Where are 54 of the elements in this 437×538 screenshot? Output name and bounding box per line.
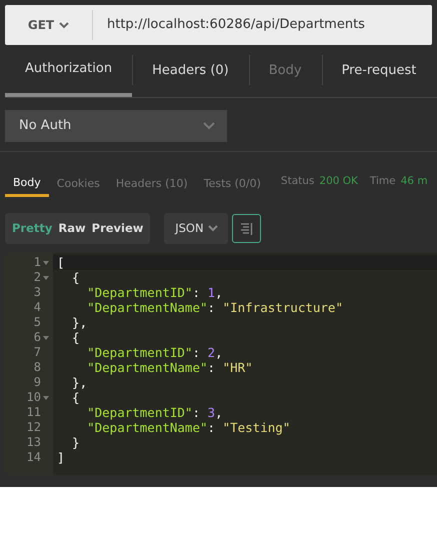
code-line: "DepartmentID": 1,	[86, 285, 223, 300]
code-line: {	[71, 270, 80, 285]
status-value: 200 OK	[318, 174, 358, 190]
line-number: 10	[26, 390, 41, 405]
line-number: 2	[34, 270, 41, 285]
line-number: 11	[26, 405, 41, 420]
line-number: 9	[34, 375, 41, 390]
auth-type-dropdown[interactable]: No Auth	[5, 110, 227, 142]
code-line: },	[71, 375, 88, 390]
response-tab[interactable]: Body	[5, 175, 49, 197]
line-number: 12	[26, 420, 41, 435]
code-line: ]	[57, 450, 65, 465]
line-number: 3	[34, 285, 41, 300]
code-line: [	[57, 255, 65, 270]
line-number: 4	[34, 300, 41, 315]
code-line: }	[71, 435, 80, 450]
request-tab[interactable]: Headers (0)	[132, 45, 249, 97]
view-mode-tab[interactable]: Pretty	[9, 220, 56, 238]
time-value: 46 m	[400, 174, 428, 190]
chevron-icon	[59, 22, 70, 28]
code-line: "DepartmentName": "Infrastructure"	[86, 300, 343, 315]
line-number: 13	[26, 435, 41, 450]
format-dropdown[interactable]: JSON	[164, 213, 228, 244]
line-number: 14	[26, 450, 41, 465]
time-label: Time	[368, 174, 396, 190]
code-line: "DepartmentName": "HR"	[86, 360, 253, 375]
url-bar[interactable]: GET http://localhost:60286/api/Departments	[5, 5, 432, 45]
fold-arrow-icon[interactable]	[43, 260, 49, 265]
method-dropdown[interactable]: GET	[5, 10, 93, 40]
fold-arrow-icon[interactable]	[43, 336, 49, 340]
request-tab[interactable]: Pre-request	[322, 45, 436, 97]
code-line: "DepartmentID": 3,	[86, 405, 223, 420]
code-line: {	[71, 390, 80, 405]
code-line: "DepartmentName": "Testing"	[86, 420, 290, 435]
url-text: http://localhost:60286/api/Departments	[106, 16, 365, 34]
code-line: },	[71, 315, 88, 330]
line-number: 7	[34, 345, 41, 360]
line-number: 8	[34, 360, 41, 375]
line-number: 6	[34, 330, 41, 345]
line-number: 5	[34, 315, 41, 330]
view-mode-tab[interactable]: Raw	[55, 220, 89, 238]
line-number: 1	[34, 255, 41, 270]
view-mode-tab[interactable]: Preview	[88, 220, 146, 238]
request-tab[interactable]: Authorization	[5, 45, 132, 97]
wrap-toggle-button[interactable]	[232, 214, 262, 243]
code-line: {	[71, 330, 80, 345]
wrap-lines-icon	[240, 222, 254, 235]
status-label: Status	[280, 174, 314, 190]
fold-arrow-icon[interactable]	[43, 396, 49, 400]
code-editor[interactable]: 1 2 3 4 5 6 7 8 9 10 11 12 13 14 [ { "DepartmentID": 1, "DepartmentName": "Infrastructure" }, { "DepartmentID": 2, "DepartmentName": "HR" }, { "DepartmentID": 3, "DepartmentName": "Testing" } ]	[5, 253, 437, 475]
chevron-icon	[203, 122, 215, 130]
chevron-icon	[208, 225, 218, 232]
fold-arrow-icon[interactable]	[43, 276, 49, 280]
code-line: "DepartmentID": 2,	[86, 345, 223, 360]
